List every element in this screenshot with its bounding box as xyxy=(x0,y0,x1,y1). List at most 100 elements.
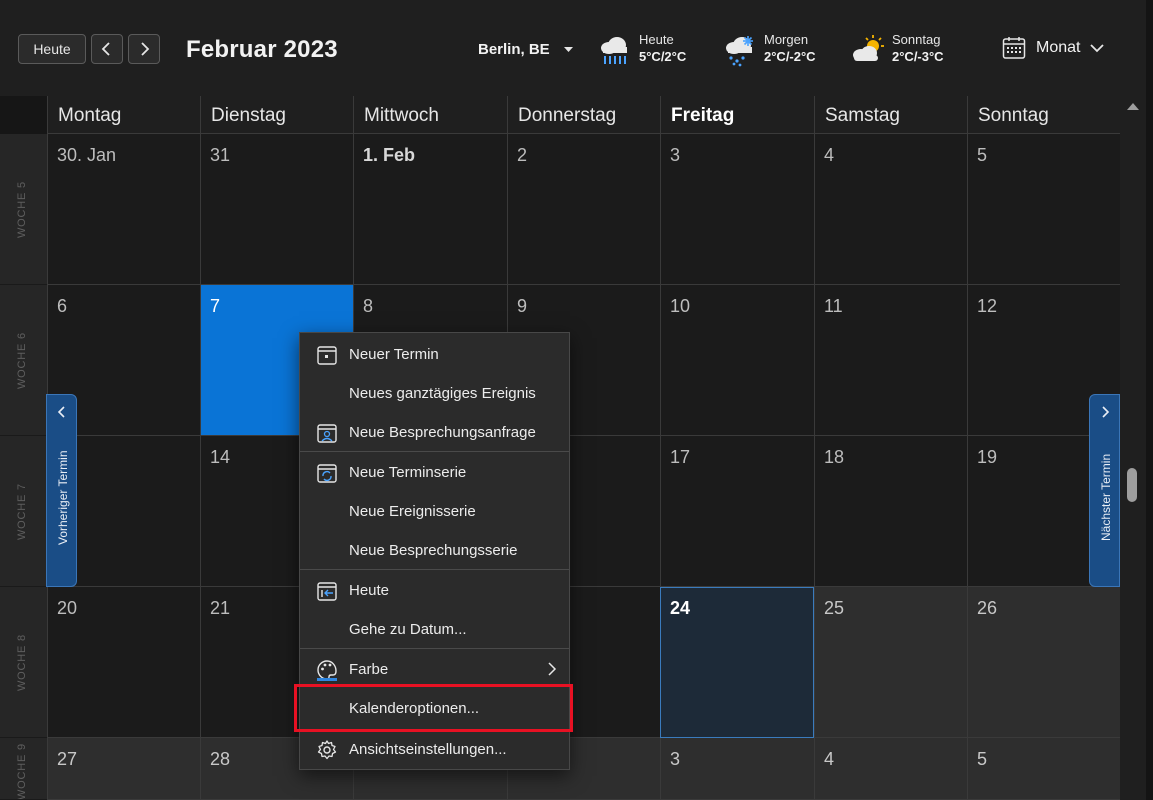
chevron-right-icon xyxy=(548,662,557,676)
menu-item-new-appointment[interactable]: Neuer Termin xyxy=(300,336,569,372)
day-cell-today[interactable]: 24 xyxy=(660,587,814,738)
calendar-today-icon xyxy=(317,582,337,601)
window-edge xyxy=(1146,0,1153,800)
menu-item-new-event-series[interactable]: Neue Ereignisserie xyxy=(300,493,569,529)
day-cell[interactable]: 30. Jan xyxy=(47,134,200,285)
next-month-button[interactable] xyxy=(128,34,160,64)
weather-today-temp: 5°C/2°C xyxy=(639,49,687,64)
meeting-request-icon xyxy=(317,424,337,443)
day-cell[interactable]: 10 xyxy=(660,285,814,436)
weather-sunday-label: Sonntag xyxy=(892,32,941,47)
partly-sunny-icon xyxy=(853,35,884,61)
week-number-8[interactable]: WOCHE 8 xyxy=(0,587,47,738)
day-cell[interactable]: 26 xyxy=(967,587,1120,738)
menu-item-new-meeting-series[interactable]: Neue Besprechungsserie xyxy=(300,532,569,568)
menu-item-go-to-date[interactable]: Gehe zu Datum... xyxy=(300,611,569,647)
week-number-5[interactable]: WOCHE 5 xyxy=(0,134,47,285)
weekday-header-saturday: Samstag xyxy=(814,96,967,134)
day-cell[interactable]: 18 xyxy=(814,436,967,587)
previous-appointment-tab[interactable]: Vorheriger Termin xyxy=(46,394,77,587)
day-cell[interactable]: 17 xyxy=(660,436,814,587)
menu-item-view-settings[interactable]: Ansichtseinstellungen... xyxy=(300,731,569,767)
day-number: 1. Feb xyxy=(363,145,416,165)
day-cell[interactable]: 3 xyxy=(660,738,814,800)
menu-item-label: Neue Besprechungsserie xyxy=(349,542,518,559)
day-cell[interactable]: 31 xyxy=(200,134,353,285)
day-cell[interactable]: 5 xyxy=(967,134,1120,285)
day-cell[interactable]: 3 xyxy=(660,134,814,285)
day-number: 20 xyxy=(57,598,78,618)
day-number: 18 xyxy=(824,447,845,467)
menu-item-label: Heute xyxy=(349,582,390,599)
day-number: 19 xyxy=(977,447,998,467)
day-number: 4 xyxy=(824,145,835,165)
day-number: 27 xyxy=(57,749,78,769)
next-appointment-tab[interactable]: Nächster Termin xyxy=(1089,394,1120,587)
day-number: 4 xyxy=(824,749,835,769)
calendar-new-icon xyxy=(317,346,337,365)
day-number: 12 xyxy=(977,296,998,316)
month-title: Februar 2023 xyxy=(186,36,338,63)
today-button[interactable]: Heute xyxy=(18,34,86,64)
day-number: 7 xyxy=(210,296,221,316)
day-cell[interactable]: 5 xyxy=(967,738,1120,800)
week-number-7[interactable]: WOCHE 7 xyxy=(0,436,47,587)
weekday-header-sunday: Sonntag xyxy=(967,96,1120,134)
chevron-left-icon xyxy=(57,406,65,418)
previous-month-button[interactable] xyxy=(91,34,123,64)
scrollbar-thumb[interactable] xyxy=(1127,468,1137,502)
next-appointment-label: Nächster Termin xyxy=(1099,453,1113,541)
day-cell[interactable]: 4 xyxy=(814,738,967,800)
day-cell[interactable]: 4 xyxy=(814,134,967,285)
location-selector[interactable]: Berlin, BE xyxy=(478,41,573,58)
menu-item-calendar-options[interactable]: Kalenderoptionen... xyxy=(300,690,569,726)
day-number: 9 xyxy=(517,296,528,316)
menu-item-new-all-day-event[interactable]: Neues ganztägiges Ereignis xyxy=(300,375,569,411)
calendar-month-icon xyxy=(1002,37,1026,59)
chevron-right-icon xyxy=(141,42,150,56)
week-label: WOCHE 7 xyxy=(16,483,28,540)
menu-item-new-meeting-request[interactable]: Neue Besprechungsanfrage xyxy=(300,414,569,450)
chevron-down-icon xyxy=(1090,43,1105,52)
weather-tomorrow[interactable]: Morgen 2°C/-2°C xyxy=(722,32,816,68)
weather-tomorrow-temp: 2°C/-2°C xyxy=(764,49,816,64)
weekday-header-friday: Freitag xyxy=(660,96,814,134)
day-number: 25 xyxy=(824,598,845,618)
day-cell[interactable]: 11 xyxy=(814,285,967,436)
weekday-header-wednesday: Mittwoch xyxy=(353,96,507,134)
day-cell[interactable]: 1. Feb xyxy=(353,134,507,285)
day-cell[interactable]: 27 xyxy=(47,738,200,800)
view-label: Monat xyxy=(1036,39,1081,56)
day-number: 3 xyxy=(670,145,681,165)
snow-cloud-icon xyxy=(726,36,753,67)
menu-item-new-recurring-appointment[interactable]: Neue Terminserie xyxy=(300,454,569,490)
gear-icon xyxy=(317,740,337,760)
day-number: 2 xyxy=(517,145,528,165)
scroll-up-arrow-icon[interactable] xyxy=(1126,100,1140,112)
week-label: WOCHE 8 xyxy=(16,634,28,691)
day-number: 30. Jan xyxy=(57,145,117,165)
day-cell[interactable]: 20 xyxy=(47,587,200,738)
day-number: 28 xyxy=(210,749,231,769)
view-selector[interactable]: Monat xyxy=(1002,36,1105,60)
weekday-header-tuesday: Dienstag xyxy=(200,96,353,134)
menu-separator xyxy=(300,451,569,452)
week-label: WOCHE 9 xyxy=(16,743,28,800)
weather-tomorrow-label: Morgen xyxy=(764,32,809,47)
menu-item-color[interactable]: Farbe xyxy=(300,651,569,687)
day-cell[interactable]: 2 xyxy=(507,134,660,285)
recurring-appointment-icon xyxy=(317,464,337,483)
day-number: 5 xyxy=(977,145,988,165)
day-number: 5 xyxy=(977,749,988,769)
weather-sunday[interactable]: Sonntag 2°C/-3°C xyxy=(850,32,944,68)
week-label: WOCHE 5 xyxy=(16,181,28,238)
week-number-6[interactable]: WOCHE 6 xyxy=(0,285,47,436)
menu-item-label: Gehe zu Datum... xyxy=(349,621,467,638)
week-number-9[interactable]: WOCHE 9 xyxy=(0,738,47,800)
menu-item-today[interactable]: Heute xyxy=(300,572,569,608)
weather-today[interactable]: Heute 5°C/2°C xyxy=(597,32,686,68)
day-number: 8 xyxy=(363,296,374,316)
day-cell[interactable]: 25 xyxy=(814,587,967,738)
chevron-right-icon xyxy=(1102,406,1110,418)
menu-item-label: Neues ganztägiges Ereignis xyxy=(349,385,536,402)
